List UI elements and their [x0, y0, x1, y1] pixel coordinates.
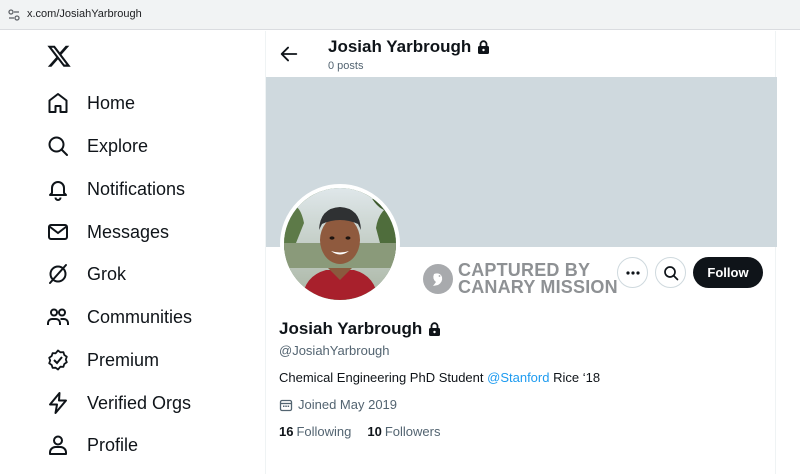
joined-date: Joined May 2019	[279, 397, 397, 412]
profile-column: Josiah Yarbrough 0 posts CAPTURED BY CAN…	[265, 31, 777, 474]
followers-count: 10	[367, 424, 382, 439]
sidebar-item-label: Notifications	[87, 178, 186, 199]
sidebar-item-communities[interactable]: Communities	[45, 301, 245, 333]
bio-mention-link[interactable]: @Stanford	[487, 370, 549, 385]
grok-icon	[45, 261, 71, 287]
captured-watermark: CAPTURED BY CANARY MISSION	[423, 261, 618, 297]
follow-stats: 16 Following 10 Followers	[279, 424, 456, 439]
sidebar-item-label: Explore	[87, 135, 149, 156]
search-icon	[663, 265, 678, 280]
person-icon	[45, 432, 71, 458]
profile-handle: @JosiahYarbrough	[279, 343, 390, 358]
back-arrow-icon[interactable]	[278, 43, 300, 65]
following-count: 16	[279, 424, 294, 439]
browser-address-bar[interactable]: x.com/JosiahYarbrough	[0, 0, 800, 30]
more-options-button[interactable]	[617, 257, 648, 288]
sidebar-item-label: Messages	[87, 221, 170, 242]
sidebar-item-label: Verified Orgs	[87, 392, 192, 413]
people-icon	[45, 304, 71, 330]
envelope-icon	[45, 219, 71, 245]
search-icon	[45, 133, 71, 159]
sidebar-item-premium[interactable]: Premium	[45, 344, 245, 376]
sidebar-item-label: Profile	[87, 434, 139, 455]
canary-bird-icon	[423, 264, 453, 294]
x-logo-icon[interactable]	[46, 43, 72, 69]
site-settings-icon[interactable]	[7, 8, 21, 22]
followers-link[interactable]: 10 Followers	[367, 424, 440, 439]
header-name: Josiah Yarbrough	[328, 37, 472, 56]
url-text[interactable]: x.com/JosiahYarbrough	[27, 8, 142, 20]
sidebar-item-home[interactable]: Home	[45, 87, 245, 119]
profile-name: Josiah Yarbrough	[279, 319, 441, 339]
follow-button[interactable]: Follow	[693, 257, 763, 288]
post-count: 0 posts	[328, 60, 364, 72]
bio-text-end: Rice ‘18	[549, 370, 601, 385]
profile-bio: Chemical Engineering PhD Student @Stanfo…	[279, 370, 600, 385]
watermark-text: CAPTURED BY CANARY MISSION	[458, 261, 618, 297]
lightning-icon	[45, 390, 71, 416]
sidebar-item-messages[interactable]: Messages	[45, 216, 245, 248]
bell-icon	[45, 176, 71, 202]
sidebar-item-notifications[interactable]: Notifications	[45, 173, 245, 205]
more-dots-icon	[625, 270, 640, 275]
header-title: Josiah Yarbrough	[328, 37, 490, 57]
bio-text: Chemical Engineering PhD Student	[279, 370, 488, 385]
sidebar-item-label: Home	[87, 92, 136, 113]
lock-icon	[478, 40, 490, 54]
following-label: Following	[296, 424, 352, 439]
sidebar-item-label: Grok	[87, 263, 127, 284]
following-link[interactable]: 16 Following	[279, 424, 351, 439]
joined-text: Joined May 2019	[298, 397, 398, 412]
profile-display-name: Josiah Yarbrough	[279, 319, 423, 338]
sidebar-item-explore[interactable]: Explore	[45, 130, 245, 162]
sidebar-item-profile[interactable]: Profile	[45, 429, 245, 461]
watermark-line-2: CANARY MISSION	[458, 277, 618, 297]
sidebar-item-label: Premium	[87, 349, 160, 370]
sidebar-item-verified-orgs[interactable]: Verified Orgs	[45, 387, 245, 419]
sidebar: Home Explore Notifications Messages Grok…	[0, 31, 265, 474]
verified-badge-icon	[45, 347, 71, 373]
calendar-icon	[279, 399, 293, 411]
search-profile-button[interactable]	[655, 257, 686, 288]
followers-label: Followers	[384, 424, 441, 439]
avatar[interactable]	[280, 184, 400, 304]
sidebar-item-label: Communities	[87, 306, 193, 327]
lock-icon	[429, 322, 441, 336]
sidebar-item-grok[interactable]: Grok	[45, 258, 245, 290]
home-icon	[45, 90, 71, 116]
